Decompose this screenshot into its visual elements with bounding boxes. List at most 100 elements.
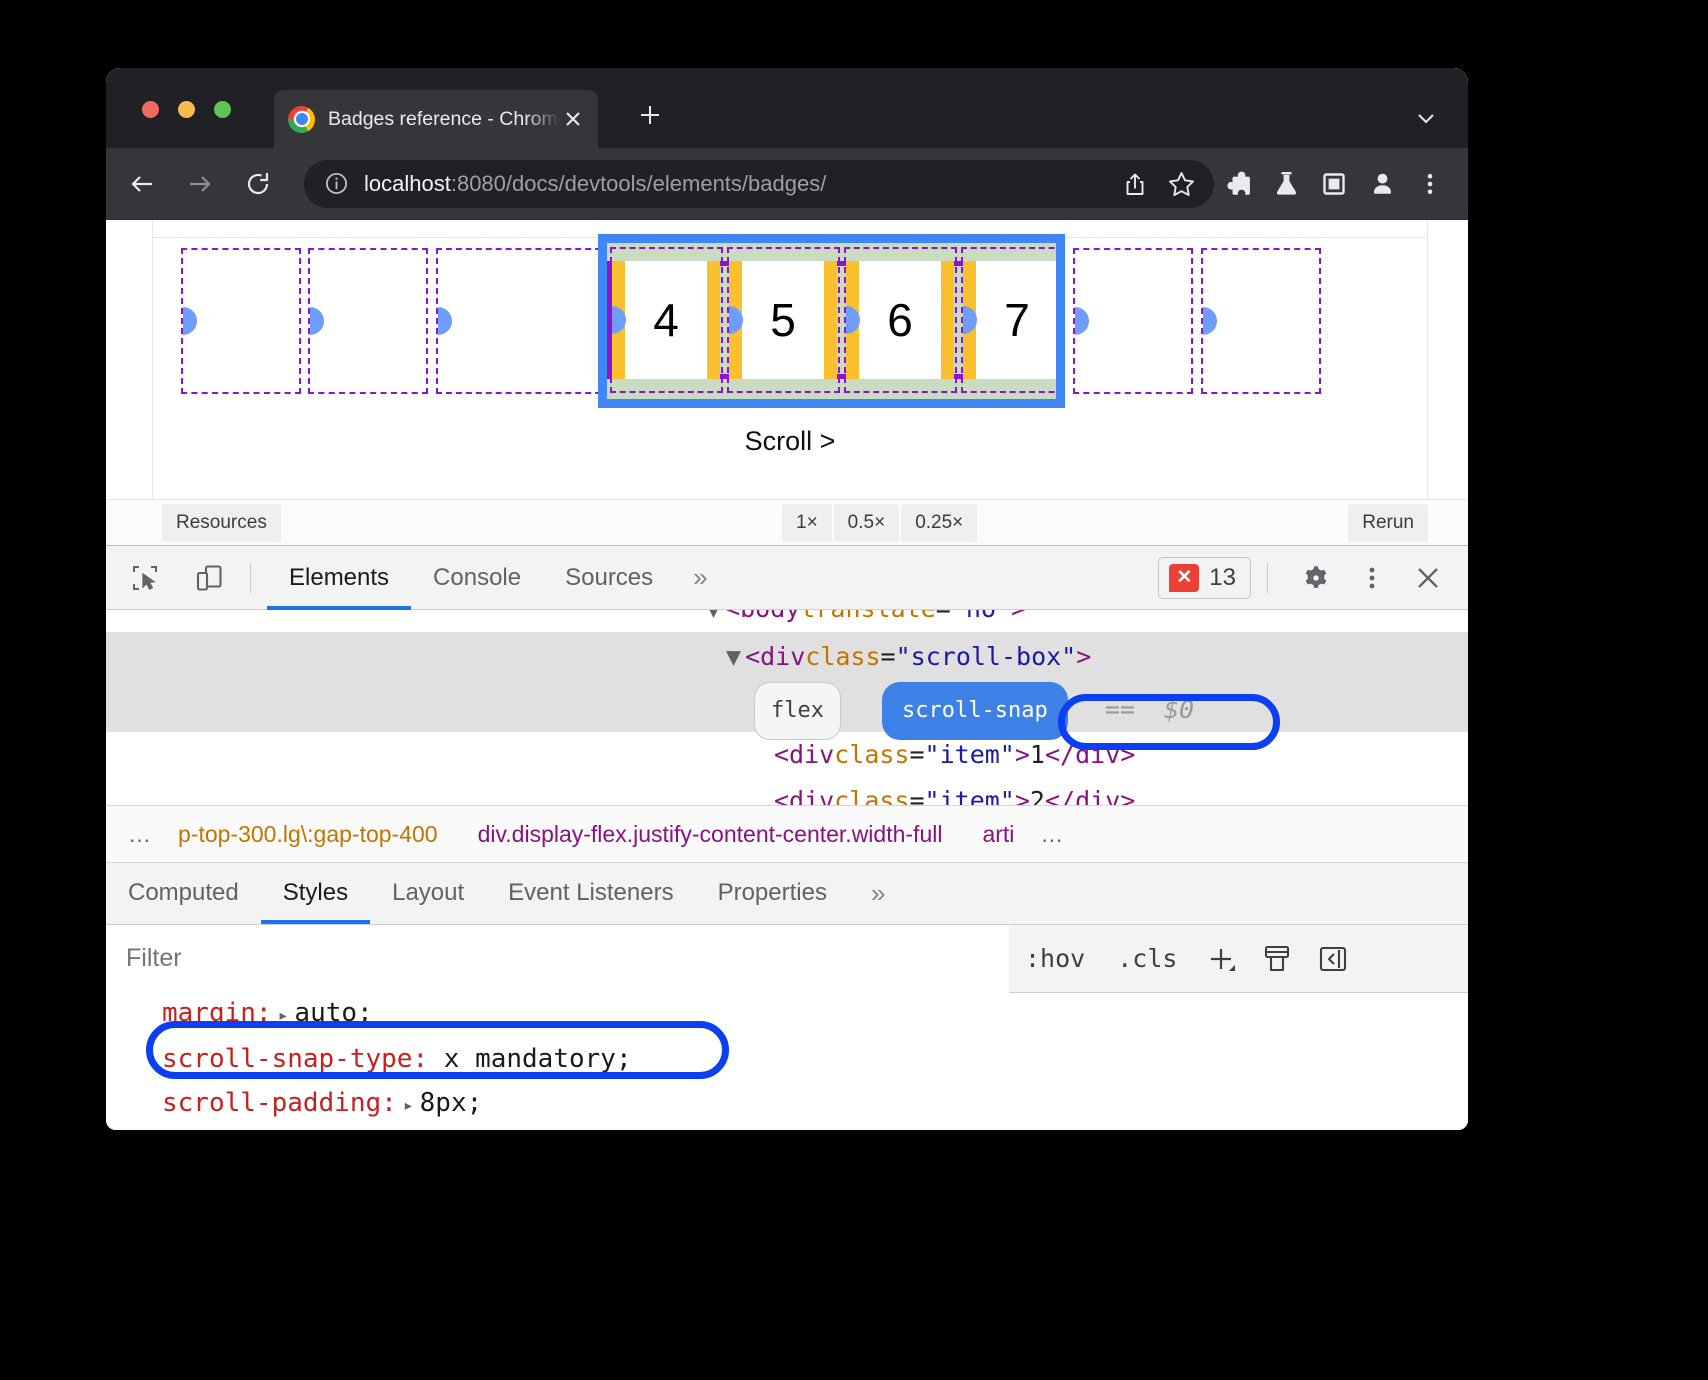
expand-arrow-icon[interactable]: ▼ [706,610,721,623]
star-icon[interactable] [1158,161,1204,207]
person-icon[interactable] [1358,160,1406,208]
info-circle-icon[interactable] [324,171,349,196]
css-property-name: scroll-snap-type [162,1044,412,1074]
plus-icon[interactable] [1193,931,1249,987]
tab-strip: Badges reference - Chrome DevTools [106,68,1468,148]
snap-area-ghost [308,248,428,394]
dom-row-child[interactable]: <divclass="item">1</div> [106,732,1468,778]
tab-title: Badges reference - Chrome DevTools [328,108,560,131]
css-declaration[interactable]: scroll-padding:▸8px; [106,1083,1468,1123]
breadcrumb-item[interactable]: p-top-300.lg\:gap-top-400 [178,821,438,848]
breadcrumb-item[interactable]: div.display-flex.justify-content-center.… [478,821,943,848]
dom-attr-value: "item" [925,740,1015,769]
scroll-container-highlight[interactable]: 4 5 6 [598,234,1065,408]
chevron-down-icon[interactable] [1410,102,1442,134]
tab-event-listeners[interactable]: Event Listeners [486,862,695,924]
snap-area-ghost [1073,248,1193,394]
scroll-hint-label: Scroll > [153,426,1427,457]
tab-styles[interactable]: Styles [261,862,370,924]
dom-text-node: 1 [1030,740,1045,769]
chrome-logo-icon [288,106,315,133]
css-property-name: scroll-padding [162,1088,381,1118]
new-tab-button[interactable] [630,95,670,135]
print-style-icon[interactable] [1249,931,1305,987]
css-declaration[interactable]: scroll-padding-left: 4px; [106,1123,1468,1130]
hover-state-button[interactable]: :hov [1009,944,1101,973]
breadcrumb-overflow-left[interactable]: … [128,821,154,848]
devtools-toolbar: Elements Console Sources » ✕ 13 [106,546,1468,610]
dom-row-body[interactable]: ▼<bodytranslate="no"> [106,610,1468,632]
css-property-value[interactable]: x mandatory; [444,1044,632,1074]
dom-tag-close: > [1076,642,1091,671]
css-declaration[interactable]: margin:▸auto; [106,993,1468,1033]
three-dots-vertical-icon[interactable] [1348,554,1396,602]
puzzle-icon[interactable] [1214,160,1262,208]
resources-button[interactable]: Resources [162,504,281,542]
dom-tag-close: </div> [1045,786,1135,805]
padding-highlight [1058,261,1065,379]
forward-button[interactable] [178,162,222,206]
minimize-window-button[interactable] [178,101,195,118]
share-icon[interactable] [1112,161,1158,207]
css-property-value[interactable]: auto; [294,998,372,1028]
dom-row-selected[interactable]: ▼<divclass="scroll-box"> [106,632,1468,682]
address-bar[interactable]: localhost:8080/docs/devtools/elements/ba… [304,160,1214,208]
back-button[interactable] [120,162,164,206]
page-viewport: 4 5 6 [106,219,1468,499]
devtools-panel: Elements Console Sources » ✕ 13 [106,545,1468,1130]
zoom-025x-button[interactable]: 0.25× [901,504,977,542]
side-panel-icon[interactable] [1310,160,1358,208]
expand-arrow-icon[interactable]: ▸ [403,1095,414,1116]
address-bar-url: localhost:8080/docs/devtools/elements/ba… [364,171,1112,197]
breadcrumb-overflow-right[interactable]: … [1040,821,1066,848]
css-property-value[interactable]: 8px; [420,1088,483,1118]
divider [1267,563,1268,593]
dom-tag-close: > [1011,610,1026,623]
inspect-cursor-icon[interactable] [120,553,170,603]
tab-properties[interactable]: Properties [696,862,849,924]
more-sidebar-tabs-button[interactable]: » [849,862,907,924]
class-toggle-button[interactable]: .cls [1101,944,1193,973]
divider [250,563,251,593]
collapse-panel-icon[interactable] [1305,931,1361,987]
tab-layout[interactable]: Layout [370,862,486,924]
css-property-value[interactable]: 4px; [491,1128,554,1130]
maximize-window-button[interactable] [214,101,231,118]
reload-button[interactable] [236,162,280,206]
dom-tag: <div [774,740,834,769]
close-icon[interactable] [1404,554,1452,602]
three-dots-vertical-icon[interactable] [1406,160,1454,208]
rerun-button[interactable]: Rerun [1348,504,1428,542]
browser-tab[interactable]: Badges reference - Chrome DevTools [274,90,598,148]
tab-computed[interactable]: Computed [106,862,261,924]
omnibox-actions [1112,161,1204,207]
styles-filter-actions: :hov .cls [1009,931,1468,987]
close-icon[interactable] [560,106,586,132]
snap-area-ghost [727,247,840,393]
filter-input[interactable] [106,925,1009,993]
expand-arrow-icon[interactable]: ▼ [726,642,741,671]
snap-area-ghost [436,248,621,394]
expand-arrow-icon[interactable]: ▸ [278,1005,289,1026]
tab-sources[interactable]: Sources [543,546,675,610]
device-toolbar-icon[interactable] [184,553,234,603]
dom-equals: = [881,642,896,671]
css-property-name: scroll-padding-left [162,1128,459,1130]
css-declaration[interactable]: scroll-snap-type: x mandatory; [106,1039,1468,1079]
breadcrumb-item[interactable]: arti [982,821,1014,848]
dom-attr-name: class [805,642,880,671]
more-tabs-button[interactable]: » [675,546,725,610]
close-window-button[interactable] [142,101,159,118]
flask-icon[interactable] [1262,160,1310,208]
dom-attr-name: translate [800,610,935,623]
error-count-badge[interactable]: ✕ 13 [1158,557,1251,599]
dom-row-child[interactable]: <divclass="item">2</div> [106,778,1468,805]
zoom-1x-button[interactable]: 1× [782,504,832,542]
dom-attr-name: class [834,786,909,805]
gear-icon[interactable] [1292,554,1340,602]
dom-attr-value: "no" [951,610,1011,623]
zoom-05x-button[interactable]: 0.5× [834,504,900,542]
styles-sidebar-tabs: Computed Styles Layout Event Listeners P… [106,863,1468,925]
tab-console[interactable]: Console [411,546,543,610]
tab-elements[interactable]: Elements [267,546,411,610]
